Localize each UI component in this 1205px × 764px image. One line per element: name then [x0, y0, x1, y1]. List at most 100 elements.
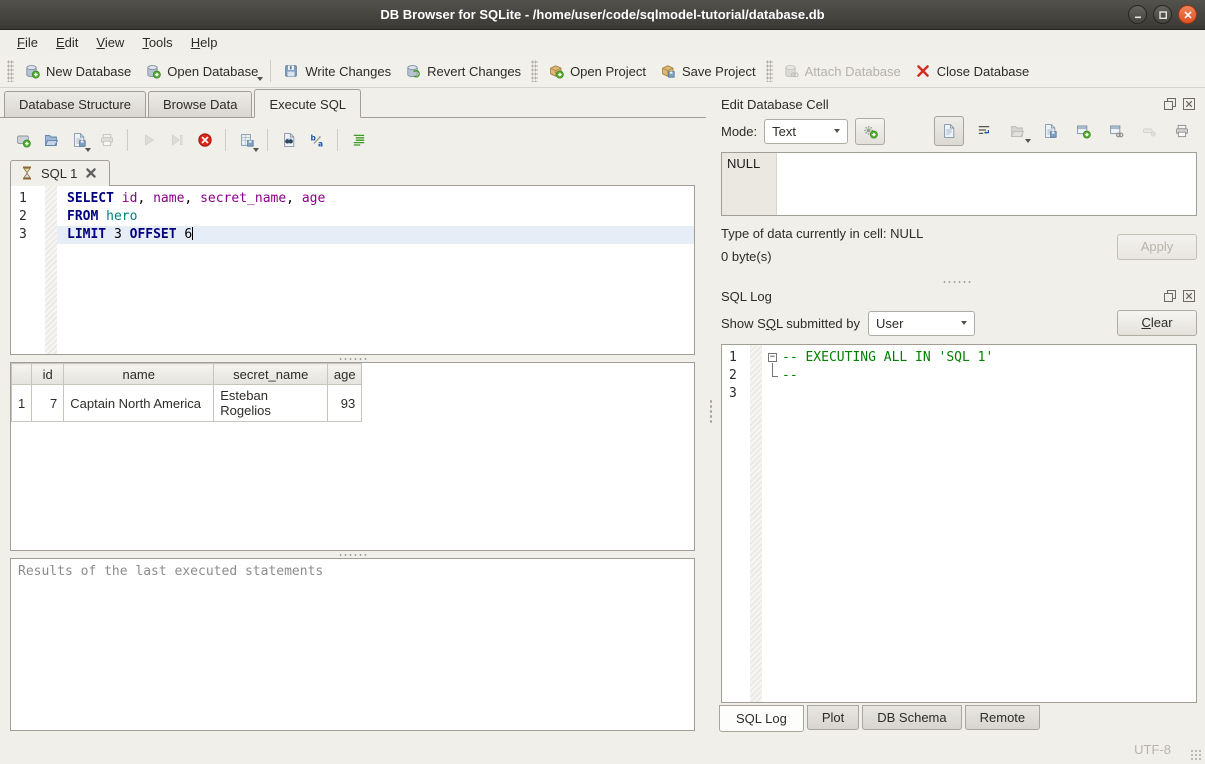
- print-icon[interactable]: [1169, 118, 1195, 144]
- cell-info-row: Type of data currently in cell: NULL 0 b…: [717, 226, 1197, 278]
- table-cell[interactable]: Captain North America: [64, 385, 214, 422]
- sql-log-dock-header: SQL Log: [717, 286, 1197, 306]
- sql-code-editor[interactable]: 123 SELECT id, name, secret_name, ageFRO…: [10, 185, 695, 355]
- titlebar[interactable]: DB Browser for SQLite - /home/user/code/…: [0, 0, 1205, 30]
- bottom-tab-remote[interactable]: Remote: [965, 705, 1041, 730]
- results-grid[interactable]: idnamesecret_nameage17Captain North Amer…: [10, 362, 695, 551]
- menu-tools[interactable]: Tools: [133, 32, 181, 53]
- bottom-tab-sql-log[interactable]: SQL Log: [719, 705, 804, 732]
- mode-combobox[interactable]: Text: [764, 119, 848, 144]
- export-icon[interactable]: [1070, 118, 1096, 144]
- text-document-icon[interactable]: [934, 116, 964, 146]
- sql-doc-tab-bar: SQL 1: [10, 156, 695, 185]
- maximize-button[interactable]: [1153, 5, 1172, 24]
- replace-icon[interactable]: ba: [304, 128, 329, 153]
- editor-results-splitter[interactable]: [10, 355, 695, 362]
- close-tab-icon[interactable]: [83, 165, 99, 181]
- results-message-splitter[interactable]: [10, 551, 695, 558]
- open-project-button[interactable]: Open Project: [541, 59, 653, 83]
- editor-code-area: SELECT id, name, secret_name, ageFROM he…: [57, 186, 694, 354]
- open-database-button[interactable]: Open Database: [138, 59, 265, 83]
- attach-database-button[interactable]: Attach Database: [776, 59, 908, 83]
- stop-icon[interactable]: [192, 128, 217, 153]
- close-button[interactable]: [1178, 5, 1197, 24]
- write-changes-button[interactable]: Write Changes: [276, 59, 398, 83]
- cell-value-editor[interactable]: NULL: [721, 152, 1197, 216]
- save-project-button[interactable]: Save Project: [653, 59, 763, 83]
- link-icon[interactable]: [1103, 118, 1129, 144]
- set-null-icon[interactable]: [1136, 118, 1162, 144]
- tab-browse-data[interactable]: Browse Data: [148, 91, 252, 118]
- main-toolbar: New DatabaseOpen Database Write ChangesRe…: [0, 55, 1205, 88]
- float-icon[interactable]: [1162, 96, 1178, 112]
- bottom-tab-db-schema[interactable]: DB Schema: [862, 705, 961, 730]
- close-icon[interactable]: [1181, 96, 1197, 112]
- sql-doc-tab[interactable]: SQL 1: [10, 160, 110, 186]
- open-sql-file-icon[interactable]: [38, 128, 63, 153]
- docks-splitter[interactable]: [717, 278, 1197, 286]
- main-area: Database StructureBrowse DataExecute SQL…: [0, 88, 1205, 735]
- execution-message-area[interactable]: Results of the last executed statements: [10, 558, 695, 731]
- submitter-combobox[interactable]: User: [868, 311, 975, 336]
- column-header-id[interactable]: id: [32, 364, 64, 385]
- toolbar-button-label: Open Project: [570, 64, 646, 79]
- sql-editor-toolbar: ba: [10, 124, 695, 156]
- tab-database-structure[interactable]: Database Structure: [4, 91, 146, 118]
- new-database-button[interactable]: New Database: [17, 59, 138, 83]
- close-icon[interactable]: [1181, 288, 1197, 304]
- toolbar-button-label: Close Database: [937, 64, 1030, 79]
- execute-current-line-icon[interactable]: [164, 128, 189, 153]
- table-cell[interactable]: 7: [32, 385, 64, 422]
- word-wrap-icon[interactable]: [971, 118, 997, 144]
- menu-help[interactable]: Help: [182, 32, 227, 53]
- menu-edit[interactable]: Edit: [47, 32, 87, 53]
- toolbar-handle[interactable]: [766, 60, 773, 82]
- print-icon[interactable]: [94, 128, 119, 153]
- save-results-icon[interactable]: [234, 128, 259, 153]
- column-header-secret_name[interactable]: secret_name: [214, 364, 328, 385]
- apply-button[interactable]: Apply: [1117, 234, 1197, 260]
- corner-header[interactable]: [12, 364, 32, 385]
- toolbar-handle[interactable]: [531, 60, 538, 82]
- sql-log-filter-row: Show SQL submitted by User Clear: [717, 306, 1197, 340]
- log-line-numbers: 123: [722, 345, 750, 702]
- filter-label: Show SQL submitted by: [721, 316, 860, 331]
- auto-apply-button[interactable]: [855, 118, 885, 145]
- window-title: DB Browser for SQLite - /home/user/code/…: [0, 7, 1205, 22]
- minimize-button[interactable]: [1128, 5, 1147, 24]
- save-sql-file-icon[interactable]: [66, 128, 91, 153]
- sql-log-view[interactable]: 123 −-- EXECUTING ALL IN 'SQL 1'--: [721, 344, 1197, 703]
- float-icon[interactable]: [1162, 288, 1178, 304]
- open-database-icon: [145, 63, 161, 79]
- resize-grip[interactable]: [1190, 749, 1202, 761]
- table-cell[interactable]: 93: [328, 385, 362, 422]
- log-line-1: −-- EXECUTING ALL IN 'SQL 1': [762, 349, 1196, 367]
- log-content: −-- EXECUTING ALL IN 'SQL 1'--: [762, 345, 1196, 702]
- toolbar-handle[interactable]: [7, 60, 14, 82]
- close-database-button[interactable]: Close Database: [908, 59, 1037, 83]
- code-line-1[interactable]: SELECT id, name, secret_name, age: [57, 190, 694, 208]
- table-cell[interactable]: Esteban Rogelios: [214, 385, 328, 422]
- column-header-name[interactable]: name: [64, 364, 214, 385]
- panes-splitter[interactable]: [706, 88, 715, 735]
- attach-database-icon: [783, 63, 799, 79]
- find-icon[interactable]: [276, 128, 301, 153]
- open-project-icon: [548, 63, 564, 79]
- menu-file[interactable]: File: [8, 32, 47, 53]
- open-file-icon[interactable]: [1004, 118, 1030, 144]
- execute-all-icon[interactable]: [136, 128, 161, 153]
- code-line-2[interactable]: FROM hero: [57, 208, 694, 226]
- new-tab-icon[interactable]: [10, 128, 35, 153]
- code-line-3[interactable]: LIMIT 3 OFFSET 6: [57, 226, 694, 244]
- bottom-tab-plot[interactable]: Plot: [807, 705, 859, 730]
- row-number[interactable]: 1: [12, 385, 32, 422]
- save-as-icon[interactable]: [1037, 118, 1063, 144]
- table-row[interactable]: 17Captain North AmericaEsteban Rogelios9…: [12, 385, 362, 422]
- cell-type-info: Type of data currently in cell: NULL: [721, 226, 923, 241]
- format-sql-icon[interactable]: [346, 128, 371, 153]
- column-header-age[interactable]: age: [328, 364, 362, 385]
- tab-execute-sql[interactable]: Execute SQL: [254, 89, 361, 118]
- clear-button[interactable]: Clear: [1117, 310, 1197, 336]
- menu-view[interactable]: View: [87, 32, 133, 53]
- revert-changes-button[interactable]: Revert Changes: [398, 59, 528, 83]
